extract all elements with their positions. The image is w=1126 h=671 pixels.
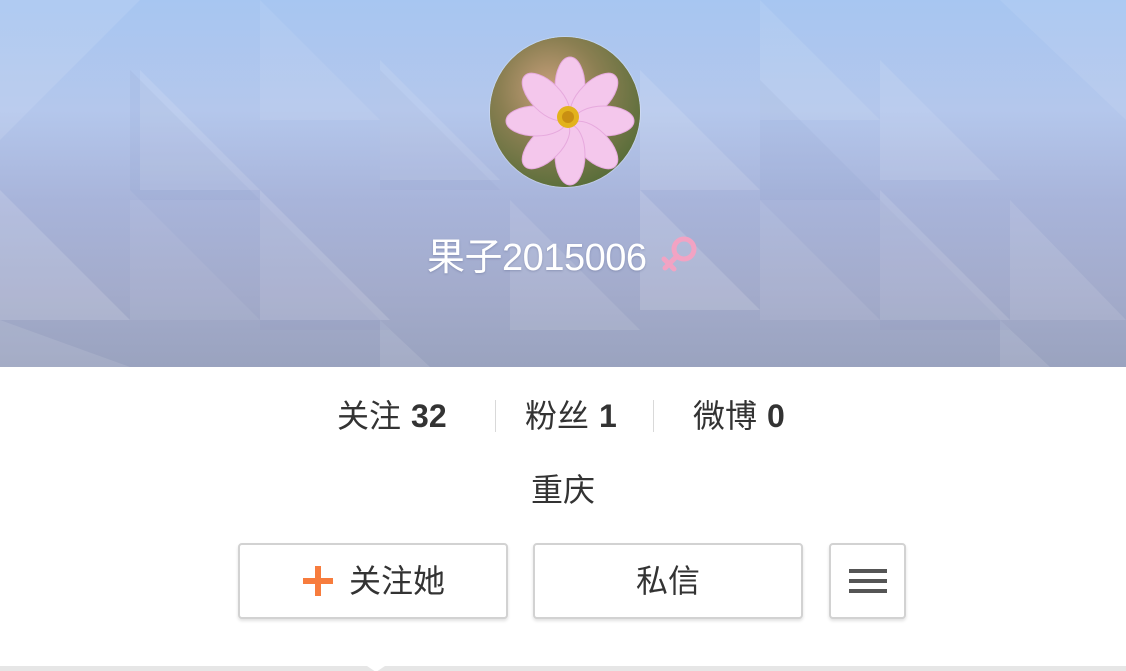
female-symbol-icon: [661, 236, 697, 271]
profile-stats: 关注 32 粉丝 1 微博 0: [0, 392, 1126, 440]
stat-value: 0: [767, 398, 785, 434]
stat-followers[interactable]: 粉丝 1: [525, 392, 617, 440]
stat-divider: [495, 400, 496, 432]
stat-value: 1: [599, 398, 617, 434]
message-button[interactable]: 私信: [533, 543, 803, 619]
follow-button-label: 关注她: [348, 563, 445, 599]
plus-icon: [302, 565, 333, 596]
stat-divider: [653, 400, 654, 432]
message-button-label: 私信: [635, 563, 700, 599]
stat-label: 关注: [337, 398, 402, 434]
more-menu-button[interactable]: [829, 543, 906, 619]
stat-label: 粉丝: [525, 398, 590, 434]
stat-following[interactable]: 关注 32: [337, 392, 447, 440]
follow-button[interactable]: 关注她: [238, 543, 508, 619]
stat-value: 32: [411, 398, 447, 434]
hamburger-menu-icon: [848, 568, 887, 593]
stat-label: 微博: [693, 398, 758, 434]
stat-weibo[interactable]: 微博 0: [693, 392, 785, 440]
profile-name-row: 果子2015006: [0, 226, 1126, 281]
section-divider: [0, 666, 1126, 671]
profile-cover: 果子2015006: [0, 0, 1126, 367]
avatar[interactable]: [490, 37, 640, 187]
profile-name: 果子2015006: [427, 237, 647, 279]
profile-location: 重庆: [530, 472, 595, 508]
flower-avatar-image: [490, 37, 640, 187]
tab-pointer: [361, 662, 391, 671]
